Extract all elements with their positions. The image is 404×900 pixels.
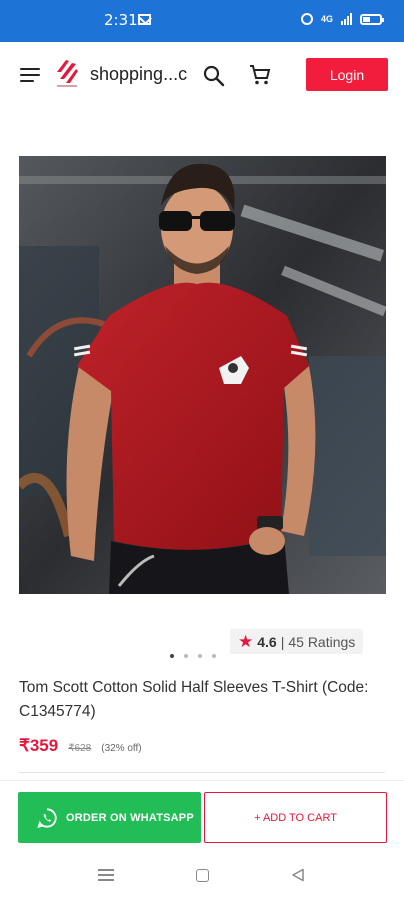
status-bar: 2:31 4G xyxy=(0,0,404,42)
whatsapp-button-label: ORDER ON WHATSAPP xyxy=(66,811,194,824)
product-title: Tom Scott Cotton Solid Half Sleeves T-Sh… xyxy=(19,679,369,720)
action-bar: ORDER ON WHATSAPP + ADD TO CART xyxy=(0,780,404,852)
cart-icon[interactable] xyxy=(248,63,272,87)
recent-apps-icon[interactable] xyxy=(98,869,114,881)
product-photo xyxy=(19,156,386,594)
search-icon[interactable] xyxy=(202,64,226,88)
divider xyxy=(19,772,385,773)
discount-label: (32% off) xyxy=(101,743,142,754)
rating-badge[interactable]: ★ 4.6 | 45 Ratings xyxy=(230,629,364,654)
product-image[interactable] xyxy=(19,156,386,594)
gmail-icon xyxy=(138,14,151,25)
home-icon[interactable] xyxy=(196,869,209,882)
signal-icon xyxy=(341,13,352,25)
add-to-cart-button[interactable]: + ADD TO CART xyxy=(204,792,387,843)
whatsapp-icon xyxy=(37,807,57,828)
selling-price: ₹359 xyxy=(19,736,59,755)
carousel-dot[interactable] xyxy=(170,654,174,658)
price-row: ₹359 ₹628 (32% off) xyxy=(19,736,142,756)
rating-count: 45 Ratings xyxy=(288,633,356,650)
battery-icon xyxy=(360,13,384,25)
brand-name[interactable]: shopping...c xyxy=(90,64,202,85)
status-time: 2:31 xyxy=(104,11,138,29)
order-on-whatsapp-button[interactable]: ORDER ON WHATSAPP xyxy=(18,792,201,843)
alarm-icon xyxy=(300,13,313,25)
hamburger-icon[interactable] xyxy=(20,67,40,83)
system-icons: 4G xyxy=(300,13,384,25)
carousel-dot[interactable] xyxy=(184,654,188,658)
carousel-dot[interactable] xyxy=(212,654,216,658)
system-nav-bar xyxy=(0,852,404,900)
brand-logo[interactable] xyxy=(54,58,80,90)
star-icon: ★ xyxy=(238,632,254,651)
back-icon[interactable] xyxy=(291,868,305,882)
rating-separator: | xyxy=(280,633,285,650)
app-header: shopping...c Login xyxy=(0,42,404,108)
carousel-indicator xyxy=(170,654,216,658)
original-price: ₹628 xyxy=(68,743,92,754)
network-type: 4G xyxy=(320,13,333,24)
rating-value: 4.6 xyxy=(257,633,277,650)
carousel-dot[interactable] xyxy=(198,654,202,658)
login-button[interactable]: Login xyxy=(306,58,388,91)
